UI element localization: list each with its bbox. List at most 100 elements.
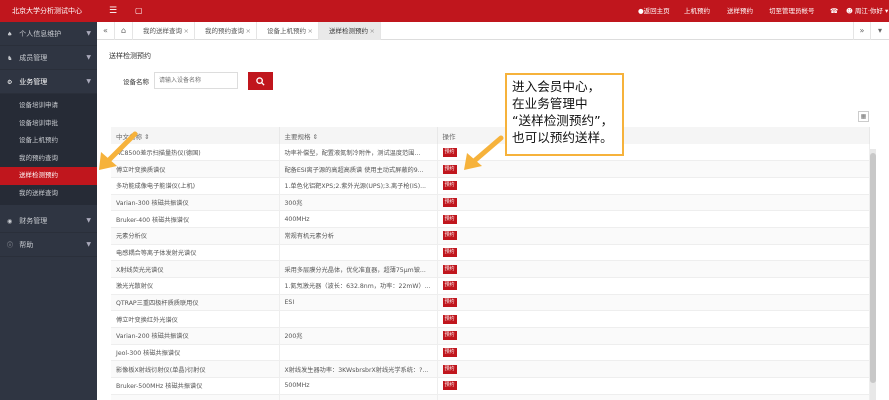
tab-bar: « ⌂ 我的送样查询 × 我的预约查询 × 设备上机预约 × 送样检测预约 × » ▾ — [97, 22, 889, 40]
annotation-line: 在业务管理中 — [512, 96, 588, 111]
main-content: 送样检测预约 设备名称 ▦ 中文名称 ⇕ 主要规格 ⇕ 操作 AC8500差示扫… — [97, 40, 889, 400]
book-button[interactable]: 预约 — [442, 364, 457, 374]
double-chevron-left-icon[interactable]: « — [97, 22, 115, 40]
user-name: 周江·你好 ▾ — [854, 7, 889, 15]
table-row: 元素分析仪 常规有机元素分析 预约 — [111, 227, 870, 245]
annotation-arrow-left — [99, 131, 138, 170]
sidebar-subitem-instrument-booking[interactable]: 设备上机预约 — [0, 132, 97, 150]
book-button[interactable]: 预约 — [442, 181, 457, 191]
cell-device-spec: X射线发生器功率：3KWsbrsbrX射线光学系统：?... — [279, 360, 438, 379]
book-button[interactable]: 预约 — [442, 214, 457, 224]
table-row: X射线荧光光谱仪 采用多层膜分光晶体，优化准直器，超薄75μm铍... 预约 — [111, 260, 870, 278]
tab-my-bookings[interactable]: 我的预约查询 × — [195, 22, 257, 40]
cell-device-spec: 常规有机元素分析 — [279, 227, 438, 245]
close-icon[interactable]: × — [246, 22, 251, 40]
book-button[interactable]: 预约 — [442, 197, 457, 207]
nav-sample-booking[interactable]: 送样预约 — [727, 0, 753, 22]
search-input[interactable] — [154, 72, 238, 89]
double-chevron-right-icon[interactable]: » — [853, 22, 871, 40]
cell-device-name — [111, 394, 280, 400]
cell-device-spec: 采用多层膜分光晶体，优化准直器，超薄75μm铍... — [279, 260, 438, 278]
page-title: 送样检测预约 — [109, 52, 151, 60]
cell-action — [437, 394, 870, 400]
cell-device-name: 多功能成像电子能谱仪(上机) — [111, 177, 280, 195]
cell-action: 预约 — [437, 344, 870, 362]
cell-device-name: Bruker-500MHz 核磁共振谱仪 — [111, 377, 280, 395]
book-button[interactable]: 预约 — [442, 164, 457, 174]
sidebar-item-profile[interactable]: ♠ 个人信息维护 ▼ — [0, 22, 97, 46]
person-icon: ♠ — [7, 31, 13, 38]
table-row — [111, 394, 870, 400]
cell-device-spec: 200兆 — [279, 327, 438, 345]
close-icon[interactable]: × — [308, 22, 313, 40]
book-button[interactable]: 预约 — [442, 281, 457, 291]
cell-device-name: QTRAP三重四极杆质质联用仪 — [111, 294, 280, 312]
expand-icon[interactable]: ▢ — [135, 0, 143, 22]
cell-device-name: X射线荧光光谱仪 — [111, 260, 280, 278]
nav-home-link[interactable]: ●返回主页 — [638, 0, 670, 22]
cell-device-spec: 1.单色化铝靶XPS;2.紫外光源(UPS);3.离子枪(IS)... — [279, 177, 438, 195]
sidebar-subitem-training-approve[interactable]: 设备培训审批 — [0, 115, 97, 133]
sidebar-item-help[interactable]: ⓘ 帮助 ▼ — [0, 233, 97, 257]
nav-switch-admin[interactable]: 切至管理员帐号 — [769, 0, 815, 22]
cell-device-name: 电感耦合等离子体发射光谱仪 — [111, 244, 280, 262]
cell-action: 预约 — [437, 260, 870, 278]
money-icon: ◉ — [7, 218, 13, 225]
book-button[interactable]: 预约 — [442, 247, 457, 257]
annotation-line: “送样检测预约”， — [512, 113, 614, 128]
scrollbar[interactable] — [870, 149, 876, 400]
table-row: Jeol-300 核磁共振谱仪 预约 — [111, 344, 870, 362]
cell-action: 预约 — [437, 244, 870, 262]
book-button[interactable]: 预约 — [442, 348, 457, 358]
book-button[interactable]: 预约 — [442, 331, 457, 341]
sidebar-subitem-my-bookings[interactable]: 我的预约查询 — [0, 150, 97, 168]
column-header-spec[interactable]: 主要规格 ⇕ — [279, 127, 438, 144]
nav-instrument-booking[interactable]: 上机预约 — [684, 0, 710, 22]
cell-device-name: Bruker-400 核磁共振谱仪 — [111, 210, 280, 228]
book-button[interactable]: 预约 — [442, 381, 457, 391]
book-button[interactable]: 预约 — [442, 314, 457, 324]
book-button[interactable]: 预约 — [442, 147, 457, 157]
sidebar-subitem-sample-booking[interactable]: 送样检测预约 — [0, 167, 97, 185]
close-icon[interactable]: × — [184, 22, 189, 40]
cell-device-name: 傅立叶变换红外光谱仪 — [111, 310, 280, 329]
chevron-down-icon: ▼ — [86, 78, 91, 85]
cell-device-name: Jeol-300 核磁共振谱仪 — [111, 344, 280, 362]
search-button[interactable] — [248, 72, 273, 90]
book-button[interactable]: 预约 — [442, 298, 457, 308]
tab-sample-booking[interactable]: 送样检测预约 × — [319, 22, 381, 40]
group-icon: ♞ — [7, 55, 13, 62]
table-row: 多功能成像电子能谱仪(上机) 1.单色化铝靶XPS;2.紫外光源(UPS);3.离… — [111, 177, 870, 195]
tab-my-samples[interactable]: 我的送样查询 × — [133, 22, 195, 40]
sidebar-item-business[interactable]: ⚙ 业务管理 ▼ — [0, 70, 97, 94]
dropdown-icon[interactable]: ▾ — [871, 22, 889, 40]
tab-instrument-booking[interactable]: 设备上机预约 × — [257, 22, 319, 40]
table-row: Varian-300 核磁共振谱仪 300兆 预约 — [111, 194, 870, 212]
book-button[interactable]: 预约 — [442, 231, 457, 241]
cell-device-name: 影像板X射线衍射仪(单晶)衍射仪 — [111, 360, 280, 379]
sidebar-item-finance[interactable]: ◉ 财务管理 ▼ — [0, 209, 97, 233]
search-icon — [256, 76, 265, 86]
sidebar-subitem-my-samples[interactable]: 我的送样查询 — [0, 185, 97, 203]
menu-icon[interactable]: ☰ — [109, 0, 117, 22]
cell-device-spec: 功率补偿型，配置液氮制冷附件，测试温度范围... — [279, 144, 438, 162]
tab-label: 我的送样查询 — [143, 27, 182, 35]
bell-icon[interactable]: ☎ — [830, 0, 838, 22]
home-icon[interactable]: ⌂ — [115, 22, 133, 40]
cell-device-spec: 配备ESI离子源的高超高质谱 使用主动式屏蔽的9... — [279, 160, 438, 178]
table-row: Bruker-400 核磁共振谱仪 400MHz 预约 — [111, 210, 870, 228]
cell-device-spec — [279, 244, 438, 262]
cell-action: 预约 — [437, 294, 870, 312]
top-bar: ☰ ▢ ●返回主页 上机预约 送样预约 切至管理员帐号 ☎ ☻ 周江·你好 ▾ — [97, 0, 889, 22]
sidebar-subitem-training-apply[interactable]: 设备培训申请 — [0, 97, 97, 115]
columns-toggle-icon[interactable]: ▦ — [858, 111, 869, 122]
table-row: 电感耦合等离子体发射光谱仪 预约 — [111, 244, 870, 262]
table-row: 傅立叶变换红外光谱仪 预约 — [111, 310, 870, 329]
user-menu[interactable]: ☻ 周江·你好 ▾ — [846, 0, 888, 22]
table-row: 影像板X射线衍射仪(单晶)衍射仪 X射线发生器功率：3KWsbrsbrX射线光学系… — [111, 360, 870, 379]
close-icon[interactable]: × — [370, 22, 375, 40]
cell-device-spec: 300兆 — [279, 194, 438, 212]
book-button[interactable]: 预约 — [442, 264, 457, 274]
scrollbar-thumb[interactable] — [870, 153, 876, 383]
sidebar-item-members[interactable]: ♞ 成员管理 ▼ — [0, 46, 97, 70]
